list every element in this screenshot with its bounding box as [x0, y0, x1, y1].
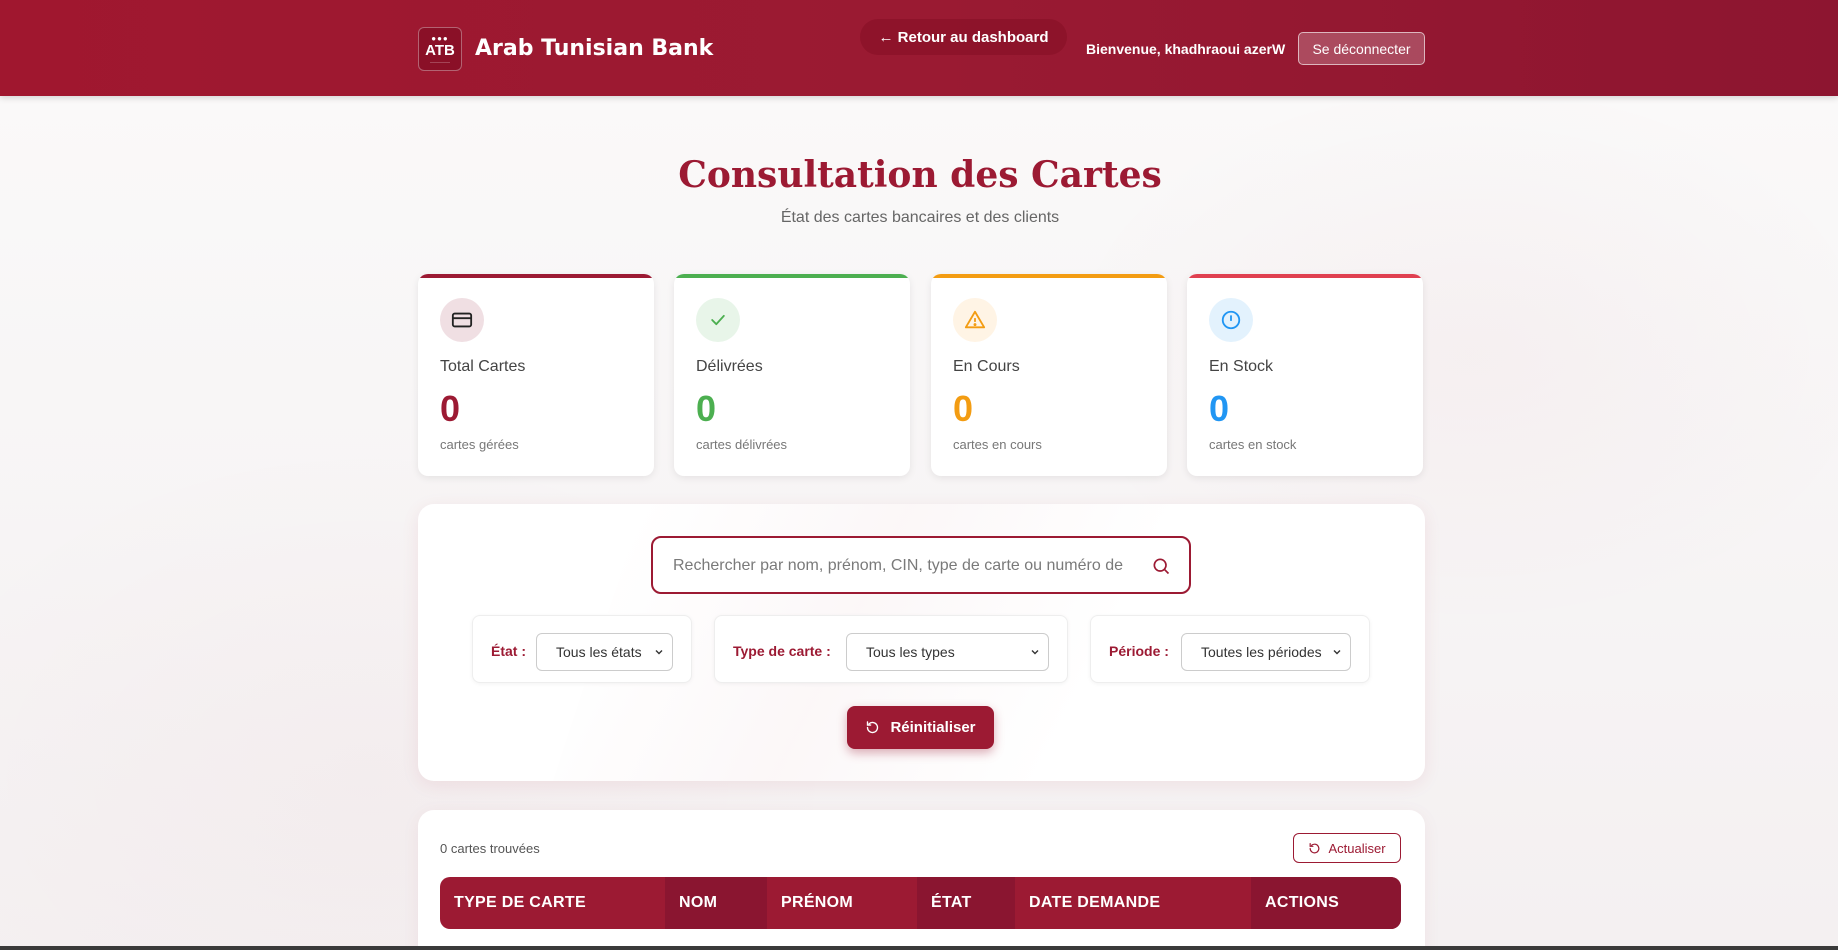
etat-select[interactable]: Tous les états: [536, 633, 673, 671]
filter-periode: Période : Toutes les périodes: [1090, 615, 1370, 683]
chevron-down-icon: [1333, 650, 1341, 655]
type-select[interactable]: Tous les types: [846, 633, 1049, 671]
reset-label: Réinitialiser: [890, 719, 976, 736]
window-bottom-edge: [0, 946, 1838, 950]
refresh-icon: [867, 721, 879, 734]
search-box: [651, 536, 1191, 594]
stat-caption: cartes en stock: [1209, 437, 1297, 452]
stat-value: 0: [440, 388, 461, 429]
search-icon[interactable]: [1151, 556, 1171, 576]
page-title: Consultation des Cartes: [678, 154, 1162, 196]
check-icon: [696, 298, 740, 342]
periode-select[interactable]: Toutes les périodes: [1181, 633, 1351, 671]
chevron-down-icon: [655, 650, 663, 655]
search-input[interactable]: [673, 553, 1123, 579]
filter-type-label: Type de carte :: [733, 643, 831, 659]
stat-value: 0: [1209, 388, 1230, 429]
logout-button[interactable]: Se déconnecter: [1298, 32, 1425, 65]
stat-label: Total Cartes: [440, 358, 526, 375]
refresh-button[interactable]: Actualiser: [1293, 833, 1401, 863]
stat-card-in-stock: En Stock 0 cartes en stock: [1187, 274, 1423, 476]
reset-button[interactable]: Réinitialiser: [847, 706, 994, 749]
stat-label: En Stock: [1209, 358, 1274, 375]
welcome-message: Bienvenue, khadhraoui azerW: [1086, 41, 1286, 57]
column-header-nom[interactable]: NOM: [665, 877, 767, 929]
stat-value: 0: [953, 388, 974, 429]
stat-card-in-progress: En Cours 0 cartes en cours: [931, 274, 1167, 476]
stat-label: En Cours: [953, 358, 1020, 375]
page-subtitle: État des cartes bancaires et des clients: [780, 209, 1060, 226]
credit-card-icon: [440, 298, 484, 342]
filter-etat-label: État :: [491, 643, 526, 659]
stat-card-delivered: Délivrées 0 cartes délivrées: [674, 274, 910, 476]
refresh-label: Actualiser: [1328, 840, 1386, 856]
results-count: 0 cartes trouvées: [440, 841, 540, 856]
table-header: TYPE DE CARTE NOM PRÉNOM ÉTAT DATE DEMAN…: [440, 877, 1401, 929]
column-header-etat[interactable]: ÉTAT: [917, 877, 1015, 929]
filter-periode-label: Période :: [1109, 643, 1169, 659]
filter-type: Type de carte : Tous les types: [714, 615, 1068, 683]
stat-card-total: Total Cartes 0 cartes gérées: [418, 274, 654, 476]
info-icon: [1209, 298, 1253, 342]
column-header-type[interactable]: TYPE DE CARTE: [440, 877, 665, 929]
atb-logo: ●●● ATB —————: [418, 27, 462, 71]
column-header-prenom[interactable]: PRÉNOM: [767, 877, 917, 929]
stat-caption: cartes délivrées: [696, 437, 788, 452]
stat-label: Délivrées: [696, 358, 763, 375]
top-navbar: ●●● ATB ————— Arab Tunisian Bank ← Retou…: [0, 0, 1838, 96]
stat-caption: cartes gérées: [440, 437, 519, 452]
stat-value: 0: [696, 388, 717, 429]
column-header-actions[interactable]: ACTIONS: [1251, 877, 1401, 929]
chevron-down-icon: [1031, 650, 1039, 655]
filter-etat: État : Tous les états: [472, 615, 692, 683]
stat-caption: cartes en cours: [953, 437, 1042, 452]
back-to-dashboard-button[interactable]: ← Retour au dashboard: [860, 19, 1067, 55]
refresh-icon: [1310, 842, 1320, 853]
brand-name: Arab Tunisian Bank: [475, 36, 714, 61]
warning-icon: [953, 298, 997, 342]
column-header-date[interactable]: DATE DEMANDE: [1015, 877, 1251, 929]
